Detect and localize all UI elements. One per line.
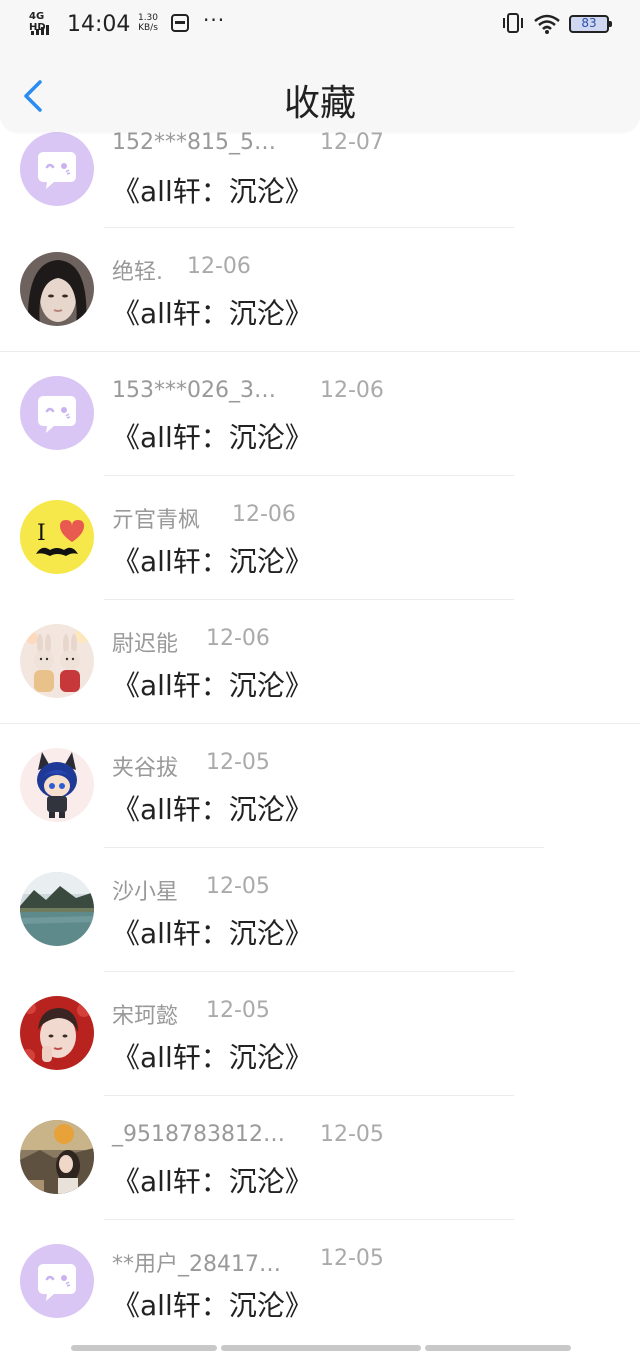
favorite-title: 《all轩：沉沦》 <box>112 1041 313 1074</box>
list-item[interactable]: _9518783812… 12-05 《all轩：沉沦》 <box>0 1096 640 1220</box>
date: 12-06 <box>206 626 270 651</box>
vibrate-icon <box>502 12 524 34</box>
date: 12-05 <box>206 998 270 1023</box>
avatar <box>20 996 94 1070</box>
list-item[interactable]: 夹谷拔 12-05 《all轩：沉沦》 <box>0 724 640 848</box>
date: 12-06 <box>187 254 251 279</box>
item-meta: 夹谷拔 12-05 <box>112 750 632 781</box>
username: 153***026_3… <box>112 378 276 403</box>
speed-value: 1.30 <box>137 13 159 23</box>
home-indicator <box>71 1345 571 1351</box>
username: 152***815_5… <box>112 130 276 155</box>
date: 12-05 <box>206 750 270 775</box>
list-item[interactable]: **用户_28417… 12-05 《all轩：沉沦》 <box>0 1220 640 1344</box>
photo-avatar-icon <box>20 996 94 1070</box>
date: 12-06 <box>320 378 384 403</box>
item-meta: 沙小星 12-05 <box>112 874 632 905</box>
sim-card-icon <box>171 14 189 32</box>
bunny-dolls-avatar-icon <box>20 624 94 698</box>
username: 绝轻. <box>112 260 163 285</box>
avatar <box>20 872 94 946</box>
lake-mountain-avatar-icon <box>20 872 94 946</box>
signal-icon: 4G HD <box>28 11 60 37</box>
username: **用户_28417… <box>112 1252 281 1277</box>
list-item[interactable]: 宋珂懿 12-05 《all轩：沉沦》 <box>0 972 640 1096</box>
favorite-title: 《all轩：沉沦》 <box>112 917 313 950</box>
username: 亓官青枫 <box>112 508 201 533</box>
avatar <box>20 748 94 822</box>
username: 尉迟能 <box>112 632 179 657</box>
date: 12-05 <box>206 874 270 899</box>
title-bar: 收藏 <box>0 52 640 132</box>
more-notifications-icon: ··· <box>203 8 226 32</box>
favorite-title: 《all轩：沉沦》 <box>112 669 313 702</box>
battery-level: 83 <box>581 16 597 30</box>
avatar <box>20 252 94 326</box>
photo-avatar-icon <box>20 1120 94 1194</box>
favorite-title: 《all轩：沉沦》 <box>112 1165 313 1198</box>
list-item[interactable]: 沙小星 12-05 《all轩：沉沦》 <box>0 848 640 972</box>
speed-unit: KB/s <box>138 23 158 33</box>
item-meta: 尉迟能 12-06 <box>112 626 632 657</box>
status-bar: 4G HD 14:04 1.30 KB/s ··· 83 <box>0 0 640 52</box>
svg-text:I: I <box>37 521 46 546</box>
item-meta: 宋珂懿 12-05 <box>112 998 632 1029</box>
clock: 14:04 <box>67 12 131 37</box>
date: 12-07 <box>320 130 384 155</box>
avatar <box>20 376 94 450</box>
item-meta: 152***815_5… 12-07 <box>112 130 632 160</box>
network-speed: 1.30 KB/s <box>133 13 163 33</box>
avatar <box>20 132 94 206</box>
date: 12-06 <box>232 502 296 527</box>
list-item[interactable]: I 亓官青枫 12-06 《all轩：沉沦》 <box>0 476 640 600</box>
item-meta: 亓官青枫 12-06 <box>112 502 632 533</box>
username: 沙小星 <box>112 880 179 905</box>
favorite-title: 《all轩：沉沦》 <box>112 1289 313 1322</box>
favorite-title: 《all轩：沉沦》 <box>112 175 313 208</box>
item-meta: _9518783812… 12-05 <box>112 1122 632 1152</box>
list-item[interactable]: 尉迟能 12-06 《all轩：沉沦》 <box>0 600 640 724</box>
username: 夹谷拔 <box>112 756 179 781</box>
photo-avatar-icon <box>20 252 94 326</box>
favorite-title: 《all轩：沉沦》 <box>112 421 313 454</box>
favorite-title: 《all轩：沉沦》 <box>112 545 313 578</box>
page-title: 收藏 <box>283 83 356 124</box>
anime-character-avatar-icon <box>20 748 94 822</box>
i-love-mustache-avatar-icon: I <box>20 500 94 574</box>
date: 12-05 <box>320 1122 384 1147</box>
list-item[interactable]: 绝轻. 12-06 《all轩：沉沦》 <box>0 228 640 352</box>
list-item[interactable]: 153***026_3… 12-06 《all轩：沉沦》 <box>0 352 640 476</box>
avatar <box>20 1120 94 1194</box>
avatar <box>20 624 94 698</box>
chat-bubble-avatar-icon <box>20 376 94 450</box>
username: 宋珂懿 <box>112 1004 179 1029</box>
avatar <box>20 1244 94 1318</box>
item-meta: **用户_28417… 12-05 <box>112 1246 632 1277</box>
item-meta: 绝轻. 12-06 <box>112 254 632 285</box>
chat-bubble-avatar-icon <box>20 132 94 206</box>
wifi-icon <box>533 13 561 35</box>
avatar: I <box>20 500 94 574</box>
favorite-title: 《all轩：沉沦》 <box>112 793 313 826</box>
date: 12-05 <box>320 1246 384 1271</box>
battery-icon: 83 <box>569 15 612 33</box>
favorite-title: 《all轩：沉沦》 <box>112 297 313 330</box>
item-meta: 153***026_3… 12-06 <box>112 378 632 408</box>
chat-bubble-avatar-icon <box>20 1244 94 1318</box>
username: _9518783812… <box>112 1122 285 1147</box>
